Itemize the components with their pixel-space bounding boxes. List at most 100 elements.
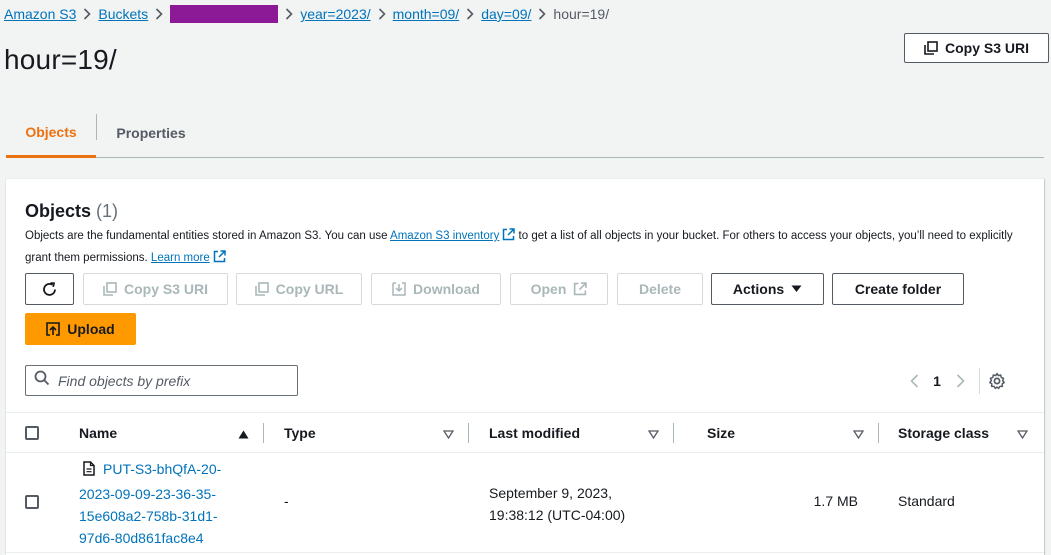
sort-down-icon <box>852 426 865 442</box>
copy-url-label: Copy URL <box>275 281 344 297</box>
tab-bar: Objects Properties <box>6 108 1044 158</box>
open-label: Open <box>530 281 567 297</box>
object-name-link[interactable]: PUT-S3-bhQfA-20- <box>103 458 221 480</box>
copy-s3-uri-label: Copy S3 URI <box>944 40 1029 56</box>
pagination: 1 <box>901 368 1006 394</box>
tab-objects[interactable]: Objects <box>6 108 96 158</box>
copy-icon <box>103 282 117 296</box>
column-header-label: Last modified <box>489 425 581 441</box>
row-checkbox[interactable] <box>25 495 39 509</box>
object-type: - <box>284 493 289 509</box>
search-icon <box>34 370 50 391</box>
object-size: 1.7 MB <box>813 493 858 509</box>
actions-label: Actions <box>732 281 785 297</box>
column-header-name[interactable]: Name <box>79 413 249 453</box>
breadcrumb-day[interactable]: day=09/ <box>481 6 531 22</box>
sort-ascending-icon <box>238 426 249 442</box>
page-number[interactable]: 1 <box>927 373 947 389</box>
download-button[interactable]: Download <box>371 273 501 305</box>
learn-more-link[interactable]: Learn more <box>151 252 210 264</box>
page-title: hour=19/ <box>4 44 117 75</box>
object-name-cell: PUT-S3-bhQfA-20- 2023-09-09-23-36-35- 15… <box>79 458 239 549</box>
search-input[interactable] <box>58 372 288 389</box>
external-link-icon <box>502 228 516 248</box>
sort-down-icon <box>442 426 455 442</box>
actions-dropdown-button[interactable]: Actions <box>711 273 824 305</box>
breadcrumb-month[interactable]: month=09/ <box>393 6 460 22</box>
external-link-icon <box>573 282 588 296</box>
breadcrumb-year[interactable]: year=2023/ <box>300 6 370 22</box>
refresh-icon <box>41 281 58 298</box>
objects-heading: Objects (1) <box>25 201 118 222</box>
pagination-divider <box>979 368 980 394</box>
table-row[interactable]: PUT-S3-bhQfA-20- 2023-09-09-23-36-35- 15… <box>6 453 1044 553</box>
tab-properties[interactable]: Properties <box>98 108 204 157</box>
column-header-last-modified[interactable]: Last modified <box>489 413 660 453</box>
external-link-icon <box>213 250 226 270</box>
breadcrumb-amazon-s3[interactable]: Amazon S3 <box>4 6 76 22</box>
download-label: Download <box>413 281 480 297</box>
copy-icon <box>254 282 269 296</box>
breadcrumb-buckets[interactable]: Buckets <box>98 6 148 22</box>
refresh-button[interactable] <box>25 273 74 305</box>
chevron-left-icon[interactable] <box>901 374 927 388</box>
breadcrumb-bucket-redacted[interactable] <box>170 5 279 23</box>
object-name-line: 2023-09-09-23-36-35- <box>79 486 216 502</box>
copy-icon <box>924 41 938 55</box>
copy-s3-uri-toolbar-button[interactable]: Copy S3 URI <box>83 273 228 305</box>
caret-down-icon <box>791 285 802 293</box>
objects-description: Objects are the fundamental entities sto… <box>25 226 1025 270</box>
file-icon <box>83 461 95 483</box>
column-separator <box>878 423 879 443</box>
column-header-storage-class[interactable]: Storage class <box>898 413 1029 453</box>
upload-icon <box>46 322 61 336</box>
objects-title: Objects <box>25 201 92 221</box>
column-header-size[interactable]: Size <box>707 413 865 453</box>
chevron-right-icon <box>459 8 481 20</box>
column-header-label: Type <box>284 425 316 441</box>
amazon-s3-inventory-link[interactable]: Amazon S3 inventory <box>390 230 499 242</box>
copy-s3-uri-toolbar-label: Copy S3 URI <box>123 281 208 297</box>
search-field[interactable] <box>25 365 298 396</box>
object-last-modified: September 9, 2023, 19:38:12 (UTC-04:00) <box>489 482 625 526</box>
object-name-link-cont[interactable]: 2023-09-09-23-36-35- 15e608a2-758b-31d1-… <box>79 483 239 549</box>
open-button[interactable]: Open <box>510 273 608 305</box>
column-separator <box>263 423 264 443</box>
chevron-right-icon <box>76 8 98 20</box>
breadcrumb-current: hour=19/ <box>553 6 610 22</box>
column-header-type[interactable]: Type <box>284 413 455 453</box>
last-modified-time: 19:38:12 (UTC-04:00) <box>489 507 626 523</box>
create-folder-button[interactable]: Create folder <box>832 273 964 305</box>
copy-url-button[interactable]: Copy URL <box>236 273 362 305</box>
desc-text-before: Objects are the fundamental entities sto… <box>25 230 391 242</box>
chevron-right-icon <box>148 8 170 20</box>
upload-label: Upload <box>67 321 115 337</box>
chevron-right-icon <box>278 8 300 20</box>
breadcrumb: Amazon S3 Buckets year=2023/ month=09/ d… <box>4 4 609 24</box>
objects-panel: Objects (1) Objects are the fundamental … <box>6 178 1044 555</box>
column-header-label: Storage class <box>898 425 990 441</box>
chevron-right-icon <box>371 8 393 20</box>
object-name-line: 97d6-80d861fac8e4 <box>79 530 204 546</box>
last-modified-date: September 9, 2023, <box>489 485 612 501</box>
upload-button[interactable]: Upload <box>25 313 136 345</box>
object-name-line: PUT-S3-bhQfA-20- <box>103 461 222 477</box>
delete-button[interactable]: Delete <box>617 273 703 305</box>
objects-count: (1) <box>96 201 119 221</box>
table-header: Name Type Last modified Size Storage cla… <box>6 412 1044 453</box>
column-header-label: Size <box>707 425 736 441</box>
sort-down-icon <box>1016 426 1029 442</box>
column-header-label: Name <box>79 425 118 441</box>
column-separator <box>468 423 469 443</box>
copy-s3-uri-button[interactable]: Copy S3 URI <box>904 33 1049 63</box>
gear-icon[interactable] <box>988 372 1006 390</box>
chevron-right-icon[interactable] <box>947 374 973 388</box>
chevron-right-icon <box>531 8 553 20</box>
download-icon <box>392 282 406 296</box>
sort-down-icon <box>647 426 660 442</box>
object-storage-class: Standard <box>898 493 955 509</box>
object-name-line: 15e608a2-758b-31d1- <box>79 508 218 524</box>
column-separator <box>673 423 674 443</box>
select-all-checkbox[interactable] <box>25 426 39 440</box>
tab-divider <box>96 114 97 140</box>
